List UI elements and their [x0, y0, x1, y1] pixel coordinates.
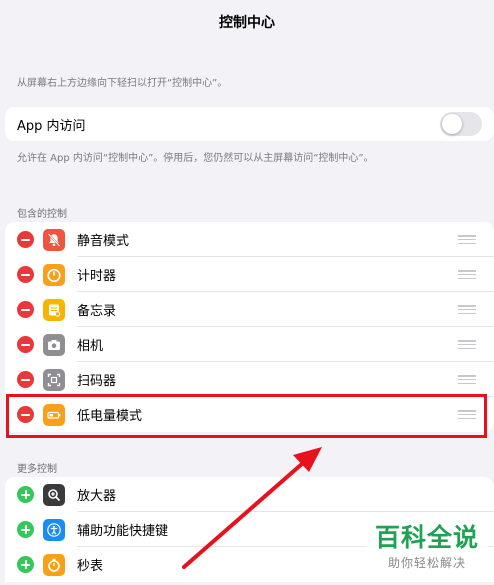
timer-icon	[43, 263, 65, 286]
reorder-handle[interactable]	[458, 340, 476, 349]
stopwatch-icon	[43, 553, 65, 576]
included-section-label: 包含的控制	[17, 209, 67, 220]
control-label: 放大器	[77, 489, 117, 504]
bell-slash-icon	[43, 228, 65, 251]
control-label: 备忘录	[77, 304, 117, 319]
watermark-subtitle: 助你轻松解决	[387, 556, 466, 570]
app-access-row: App 内访问	[5, 107, 494, 141]
control-label: 计时器	[77, 269, 117, 284]
qr-scanner-icon	[43, 368, 65, 391]
app-access-hint: 允许在 App 内访问“控制中心”。停用后，您仍然可以从主屏幕访问“控制中心”。	[17, 153, 374, 164]
control-label: 静音模式	[77, 234, 130, 249]
remove-button[interactable]	[17, 231, 34, 248]
control-row-camera: 相机	[5, 327, 494, 362]
remove-button[interactable]	[17, 371, 34, 388]
add-button[interactable]	[17, 486, 34, 503]
app-access-label: App 内访问	[17, 118, 86, 134]
reorder-handle[interactable]	[458, 270, 476, 279]
add-button[interactable]	[17, 556, 34, 573]
remove-button[interactable]	[17, 336, 34, 353]
app-access-card: App 内访问	[5, 107, 494, 141]
camera-icon	[43, 333, 65, 356]
control-row-magnifier: 放大器	[5, 477, 494, 512]
control-row-silent-mode: 静音模式	[5, 222, 494, 257]
control-label: 相机	[77, 339, 104, 354]
watermark: 百科全说 助你轻松解决	[366, 518, 488, 582]
page-title: 控制中心	[219, 15, 275, 31]
control-label: 扫码器	[77, 374, 117, 389]
swipe-hint: 从屏幕右上方边缘向下轻扫以打开“控制中心”。	[17, 78, 228, 89]
toggle-knob	[442, 114, 462, 134]
control-row-timer: 计时器	[5, 257, 494, 292]
reorder-handle[interactable]	[458, 305, 476, 314]
app-access-toggle[interactable]	[440, 112, 482, 136]
remove-button[interactable]	[17, 301, 34, 318]
add-button[interactable]	[17, 521, 34, 538]
reorder-handle[interactable]	[458, 375, 476, 384]
more-section-label: 更多控制	[17, 464, 57, 475]
control-row-qr-scanner: 扫码器	[5, 362, 494, 397]
accessibility-icon	[43, 518, 65, 541]
remove-button[interactable]	[17, 266, 34, 283]
control-row-notes: 备忘录	[5, 292, 494, 327]
highlight-box	[6, 394, 487, 438]
magnifier-icon	[43, 483, 65, 506]
watermark-logo: 百科全说	[374, 523, 479, 552]
reorder-handle[interactable]	[458, 235, 476, 244]
notes-icon	[43, 298, 65, 321]
